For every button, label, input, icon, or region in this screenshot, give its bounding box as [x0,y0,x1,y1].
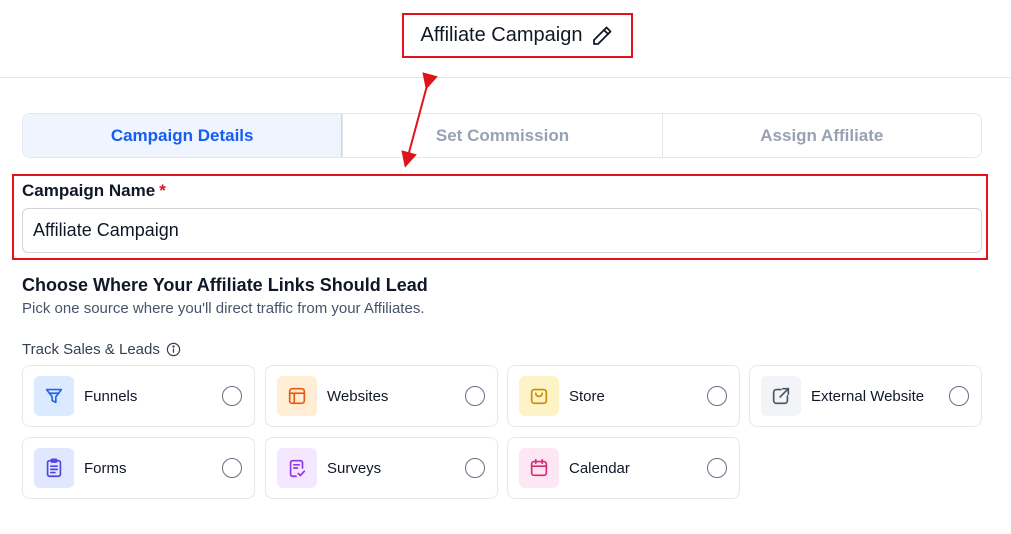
source-label: Store [569,387,605,405]
campaign-title: Affiliate Campaign [420,24,583,46]
pencil-icon[interactable] [590,24,614,48]
source-label: Calendar [569,459,630,477]
source-card-calendar[interactable]: Calendar [507,437,740,499]
source-label: Funnels [84,387,138,405]
layout-icon [277,376,317,416]
destination-subtitle: Pick one source where you'll direct traf… [22,300,425,317]
campaign-name-input[interactable] [22,208,982,253]
source-card-forms[interactable]: Forms [22,437,255,499]
info-icon[interactable] [166,342,181,357]
required-mark: * [159,181,166,200]
campaign-name-label: Campaign Name * [22,181,166,200]
funnel-icon [34,376,74,416]
source-label: Forms [84,459,127,477]
source-radio-store[interactable] [707,386,727,406]
source-card-store[interactable]: Store [507,365,740,427]
destination-title: Choose Where Your Affiliate Links Should… [22,275,428,295]
page-header: Affiliate Campaign [0,0,1011,78]
external-link-icon [761,376,801,416]
campaign-title-highlight: Affiliate Campaign [402,13,633,58]
step-campaign-details[interactable]: Campaign Details [23,114,343,157]
shopping-bag-icon [519,376,559,416]
step-assign-affiliate[interactable]: Assign Affiliate [661,114,981,157]
source-card-websites[interactable]: Websites [265,365,498,427]
source-radio-funnels[interactable] [222,386,242,406]
source-label: Surveys [327,459,382,477]
source-card-funnels[interactable]: Funnels [22,365,255,427]
track-sales-label: Track Sales & Leads [22,341,181,358]
calendar-icon [519,448,559,488]
clipboard-icon [34,448,74,488]
campaign-stepper: Campaign Details Set Commission Assign A… [22,113,982,158]
source-radio-surveys[interactable] [465,458,485,478]
source-radio-external-website[interactable] [949,386,969,406]
step-set-commission[interactable]: Set Commission [342,114,661,157]
source-card-external-website[interactable]: External Website [749,365,982,427]
source-radio-calendar[interactable] [707,458,727,478]
source-label: External Website [811,387,925,405]
source-card-surveys[interactable]: Surveys [265,437,498,499]
survey-icon [277,448,317,488]
source-label: Websites [327,387,389,405]
source-radio-websites[interactable] [465,386,485,406]
source-radio-forms[interactable] [222,458,242,478]
